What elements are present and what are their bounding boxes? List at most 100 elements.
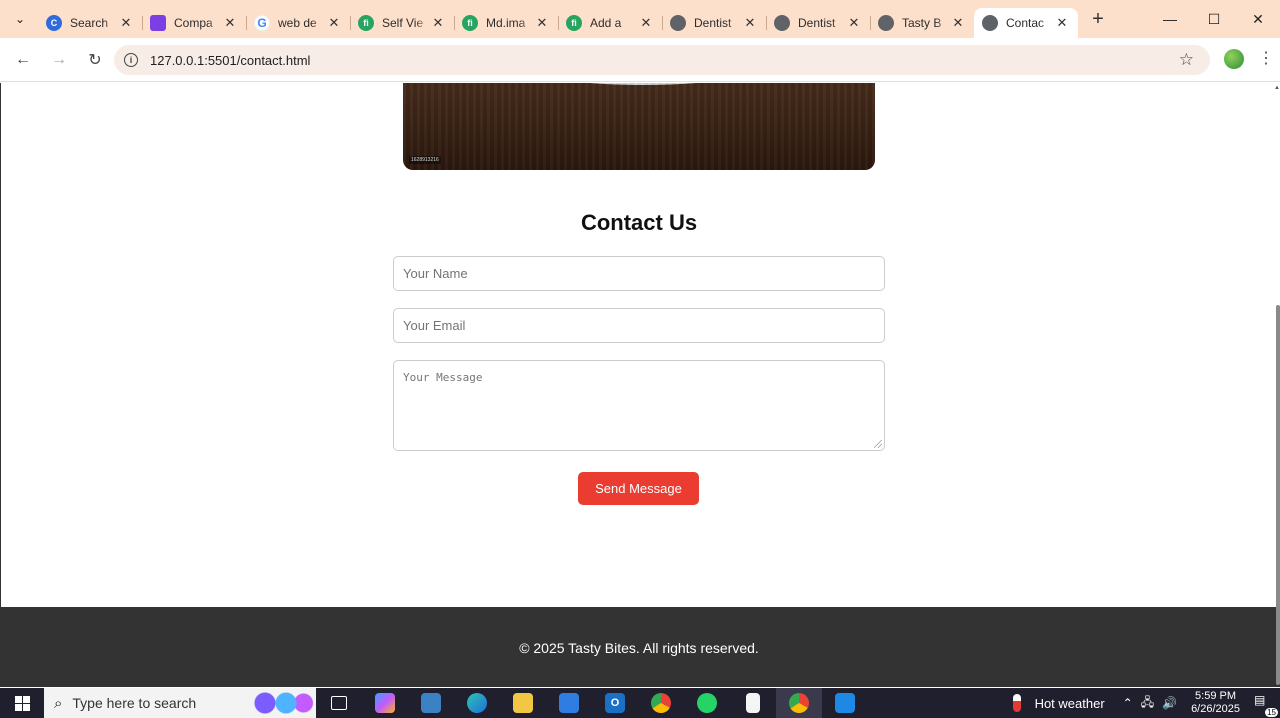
message-placeholder: Your Message: [403, 371, 483, 384]
whatsapp-icon[interactable]: [684, 688, 730, 718]
tab-search-menu-button[interactable]: ⌄: [8, 7, 32, 31]
system-tray: Hot weather ⌃ 🖧 🔊 5:59 PM 6/26/2025 ▤ 15: [1012, 688, 1280, 718]
globe-icon: [774, 15, 790, 31]
site-info-icon[interactable]: i: [124, 53, 138, 67]
close-icon[interactable]: ✕: [534, 15, 550, 31]
notification-center-icon[interactable]: ▤ 15: [1254, 693, 1278, 717]
clock[interactable]: 5:59 PM 6/26/2025: [1191, 690, 1240, 716]
menu-kebab-icon[interactable]: ⋮: [1258, 48, 1274, 68]
url-text[interactable]: 127.0.0.1:5501/contact.html: [150, 53, 310, 68]
windows-taskbar: ⌕ Type here to search O Hot weather ⌃ 🖧 …: [0, 688, 1280, 718]
profile-avatar[interactable]: [1224, 49, 1244, 69]
windows-logo-icon: [14, 695, 30, 711]
close-window-button[interactable]: ✕: [1236, 0, 1280, 38]
plus-icon: +: [1092, 7, 1104, 30]
close-icon[interactable]: ✕: [326, 15, 342, 31]
tab-title: Add a: [590, 16, 622, 30]
copilot-icon[interactable]: [362, 688, 408, 718]
task-view-icon[interactable]: [316, 688, 362, 718]
tab-compa[interactable]: Compa ✕: [142, 8, 246, 38]
close-icon[interactable]: ✕: [846, 15, 862, 31]
new-tab-button[interactable]: +: [1084, 5, 1112, 33]
outlook-icon[interactable]: O: [592, 688, 638, 718]
tab-title: Dentist: [694, 16, 732, 30]
google-icon: G: [254, 15, 270, 31]
address-bar[interactable]: i 127.0.0.1:5501/contact.html ☆: [114, 45, 1210, 75]
close-icon[interactable]: ✕: [950, 15, 966, 31]
tab-list: C Search ✕ Compa ✕ G web de ✕ fi Self Vi…: [38, 0, 1078, 38]
message-textarea[interactable]: Your Message: [393, 360, 885, 451]
tab-add-a[interactable]: fi Add a ✕: [558, 8, 662, 38]
send-message-button[interactable]: Send Message: [578, 472, 699, 505]
chrome-profile-icon[interactable]: [776, 688, 822, 718]
clock-time: 5:59 PM: [1195, 690, 1237, 702]
search-icon: ⌕: [54, 694, 63, 712]
close-icon[interactable]: ✕: [1054, 15, 1070, 31]
tab-tasty-bites[interactable]: Tasty B ✕: [870, 8, 974, 38]
close-icon[interactable]: ✕: [742, 15, 758, 31]
copilot-icon: C: [46, 15, 62, 31]
globe-icon: [878, 15, 894, 31]
thermometer-icon: [1012, 694, 1021, 712]
scroll-thumb[interactable]: [1276, 305, 1280, 685]
chevron-down-icon: ⌄: [14, 12, 26, 26]
image-stamp: 1628913216: [409, 156, 441, 164]
app-box-icon[interactable]: [408, 688, 454, 718]
maximize-icon: ☐: [1207, 10, 1221, 27]
bookmark-star-icon[interactable]: ☆: [1179, 50, 1194, 70]
tab-title: Dentist: [798, 16, 836, 30]
name-input[interactable]: Your Name: [393, 256, 885, 291]
tab-md-ima[interactable]: fi Md.ima ✕: [454, 8, 558, 38]
tab-title: Compa: [174, 16, 213, 30]
resize-handle-icon[interactable]: [874, 440, 882, 448]
notification-count-badge: 15: [1265, 708, 1278, 717]
maximize-button[interactable]: ☐: [1192, 0, 1236, 38]
weather-text: Hot weather: [1034, 695, 1105, 711]
taskbar-search[interactable]: ⌕ Type here to search: [44, 688, 316, 718]
fiverr-icon: fi: [462, 15, 478, 31]
globe-icon: [982, 15, 998, 31]
arrow-left-icon: ←: [15, 50, 31, 68]
edge-icon[interactable]: [454, 688, 500, 718]
start-button[interactable]: [0, 688, 44, 718]
forward-button[interactable]: →: [42, 43, 76, 77]
tab-title: Tasty B: [902, 16, 942, 30]
page-scrollbar[interactable]: ▲: [1274, 83, 1280, 687]
email-input[interactable]: Your Email: [393, 308, 885, 343]
close-icon: ✕: [1252, 10, 1264, 27]
back-button[interactable]: ←: [6, 43, 40, 77]
tab-dentist-1[interactable]: Dentist ✕: [662, 8, 766, 38]
fiverr-icon: fi: [358, 15, 374, 31]
close-icon[interactable]: ✕: [118, 15, 134, 31]
file-explorer-icon[interactable]: [500, 688, 546, 718]
scroll-up-arrow-icon[interactable]: ▲: [1274, 85, 1280, 91]
tab-title: web de: [278, 16, 317, 30]
reload-icon: ↻: [88, 51, 102, 69]
globe-icon: [670, 15, 686, 31]
fiverr-icon: fi: [566, 15, 582, 31]
weather-widget[interactable]: Hot weather: [1012, 694, 1105, 712]
tab-contact[interactable]: Contac ✕: [974, 8, 1078, 38]
network-icon[interactable]: 🖧: [1141, 693, 1154, 714]
volume-icon[interactable]: 🔊: [1162, 696, 1177, 710]
page-viewport: 1628913216 Contact Us Your Name Your Ema…: [0, 83, 1280, 687]
close-icon[interactable]: ✕: [638, 15, 654, 31]
tab-web-de[interactable]: G web de ✕: [246, 8, 350, 38]
chevron-up-icon[interactable]: ⌃: [1123, 696, 1133, 710]
window-controls: — ☐ ✕: [1148, 0, 1280, 38]
minimize-button[interactable]: —: [1148, 0, 1192, 38]
tab-title: Md.ima: [486, 16, 526, 30]
search-highlight-art: [244, 688, 314, 718]
tab-search[interactable]: C Search ✕: [38, 8, 142, 38]
notepad-icon[interactable]: [730, 688, 776, 718]
chrome-icon[interactable]: [638, 688, 684, 718]
tab-dentist-2[interactable]: Dentist ✕: [766, 8, 870, 38]
close-icon[interactable]: ✕: [222, 15, 238, 31]
reload-button[interactable]: ↻: [78, 43, 112, 77]
microsoft-store-icon[interactable]: [546, 688, 592, 718]
footer-copyright: © 2025 Tasty Bites. All rights reserved.: [519, 640, 759, 656]
vscode-icon[interactable]: [822, 688, 868, 718]
close-icon[interactable]: ✕: [430, 15, 446, 31]
calendar-icon: [150, 15, 166, 31]
tab-self-view[interactable]: fi Self Vie ✕: [350, 8, 454, 38]
